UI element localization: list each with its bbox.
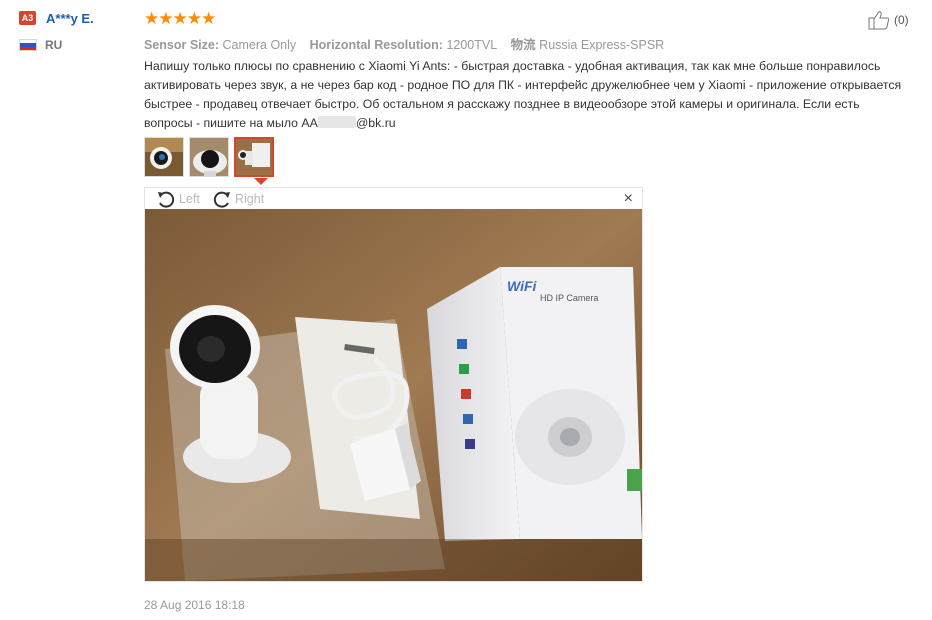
order-properties: Sensor Size: Camera Only Horizontal Reso… bbox=[144, 34, 674, 53]
thumbnail-2-image bbox=[190, 138, 228, 176]
feedback-text-email-domain: @bk.ru bbox=[355, 116, 396, 130]
star-icon: ★ bbox=[201, 9, 217, 28]
rotate-right-button[interactable]: Right bbox=[212, 190, 264, 208]
photo-viewer: Left Right × WiFi HD IP Camera bbox=[144, 187, 643, 582]
prop-value-resolution: 1200TVL bbox=[446, 38, 498, 52]
review-photo-image: WiFi HD IP Camera bbox=[145, 209, 642, 581]
thumbnail-3-selected[interactable] bbox=[234, 137, 274, 177]
masked-email-part bbox=[317, 116, 356, 128]
selected-thumbnail-pointer bbox=[254, 178, 268, 185]
prop-name-resolution: Horizontal Resolution: bbox=[309, 38, 443, 52]
feedback-text-main: Напишу только плюсы по сравнению с Xiaom… bbox=[144, 59, 902, 130]
prop-name-logistics: 物流 bbox=[510, 38, 536, 52]
star-icon: ★ bbox=[186, 9, 202, 28]
star-icon: ★ bbox=[144, 9, 160, 28]
helpful-count: (0) bbox=[894, 13, 909, 27]
country-code: RU bbox=[45, 38, 63, 52]
country-row: RU bbox=[19, 38, 129, 52]
reviewer-name: A***y E. bbox=[46, 10, 94, 26]
photo-thumbnails bbox=[144, 137, 279, 177]
rotate-left-button[interactable]: Left bbox=[156, 190, 200, 208]
box-hd-label: HD IP Camera bbox=[540, 293, 598, 303]
thumbnail-2[interactable] bbox=[189, 137, 229, 177]
star-rating: ★ ★ ★ ★ ★ bbox=[144, 9, 217, 28]
thumbnail-1[interactable] bbox=[144, 137, 184, 177]
review-photo: WiFi HD IP Camera bbox=[145, 209, 642, 581]
rotate-right-icon bbox=[213, 191, 230, 208]
prop-value-sensor-size: Camera Only bbox=[222, 38, 297, 52]
prop-name-sensor-size: Sensor Size: bbox=[144, 38, 220, 52]
rotate-left-label: Left bbox=[179, 192, 200, 206]
reviewer-row: A3 A***y E. bbox=[19, 9, 129, 27]
review-date: 28 Aug 2016 18:18 bbox=[144, 598, 245, 612]
buyer-level-badge: A3 bbox=[19, 11, 36, 25]
russia-flag-icon bbox=[19, 39, 37, 51]
prop-value-logistics: Russia Express-SPSR bbox=[539, 38, 665, 52]
reviewer-info: A3 A***y E. RU bbox=[19, 9, 129, 52]
rotate-left-icon bbox=[158, 191, 175, 208]
rotate-right-label: Right bbox=[235, 192, 265, 206]
thumbnail-3-image bbox=[236, 139, 272, 175]
viewer-toolbar: Left Right × bbox=[145, 188, 642, 210]
box-wifi-label: WiFi bbox=[507, 278, 538, 294]
helpful-button[interactable]: (0) bbox=[868, 10, 909, 30]
thumbnail-1-image bbox=[145, 138, 183, 176]
feedback-text: Напишу только плюсы по сравнению с Xiaom… bbox=[144, 57, 904, 133]
star-icon: ★ bbox=[172, 9, 188, 28]
thumbs-up-icon bbox=[868, 11, 890, 30]
star-icon: ★ bbox=[158, 9, 174, 28]
close-viewer-button[interactable]: × bbox=[624, 190, 633, 208]
